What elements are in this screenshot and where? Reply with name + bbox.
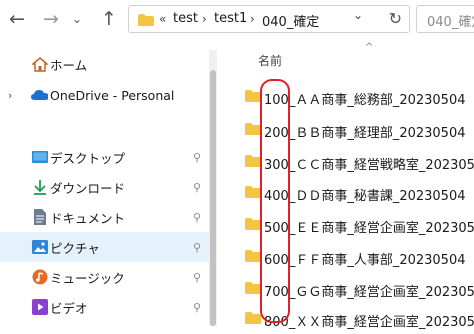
folder-icon (138, 14, 154, 26)
pin-icon[interactable]: ⚲ (193, 151, 201, 164)
pin-icon[interactable]: ⚲ (193, 301, 201, 314)
address-bar[interactable]: « test › test1 › 040_確定 ⌄ ↻ (128, 5, 410, 33)
list-item[interactable]: 800_ＸＸ商事_経営企画室_20230504 (222, 304, 474, 334)
file-name: 600_ＦＦ商事_人事部_20230504 (264, 253, 466, 268)
file-name: 800_ＸＸ商事_経営企画室_20230504 (264, 315, 474, 330)
list-item[interactable]: 500_ＥＥ商事_経営企画室_20230504 (222, 210, 474, 240)
pin-icon[interactable]: ⚲ (193, 271, 201, 284)
folder-icon (245, 250, 261, 262)
address-overflow[interactable]: « (159, 12, 166, 26)
breadcrumb-040[interactable]: 040_確定 (262, 11, 319, 30)
scrollbar-thumb[interactable] (210, 70, 216, 326)
sidebar-item-label: ダウンロード (50, 180, 126, 196)
sidebar-item-label: OneDrive - Personal (50, 87, 175, 103)
sidebar-item-music[interactable]: ミュージック ⚲ (0, 262, 212, 292)
file-name: 400_ＤＤ商事_秘書課_20230504 (264, 189, 466, 204)
search-input[interactable]: 040_確定 (416, 5, 474, 33)
onedrive-cloud-icon (31, 87, 48, 104)
up-button[interactable]: ↑ (96, 6, 122, 32)
list-item[interactable]: 300_ＣＣ商事_経営戦略室_20230504 (222, 147, 474, 177)
breadcrumb-test1[interactable]: test1 (214, 11, 247, 26)
file-list: ^ 名前 100_ＡＡ商事_総務部_20230504 200_ＢＢ商事_経理部_… (222, 42, 474, 330)
list-item[interactable]: 100_ＡＡ商事_総務部_20230504 (222, 82, 474, 112)
address-dropdown-icon[interactable]: ⌄ (353, 8, 363, 22)
file-name: 700_ＧＧ商事_経営企画室_20230504 (264, 285, 474, 300)
chevron-right-icon[interactable]: › (8, 89, 12, 102)
pin-icon[interactable]: ⚲ (193, 181, 201, 194)
breadcrumb-separator[interactable]: › (202, 12, 207, 26)
sidebar-item-label: ドキュメント (50, 210, 126, 226)
download-icon (31, 179, 48, 196)
sidebar-item-desktop[interactable]: デスクトップ ⚲ (0, 142, 212, 172)
recent-locations-button[interactable]: ⌄ (64, 6, 90, 32)
sidebar-item-label: ピクチャ (50, 240, 100, 256)
folder-icon (245, 218, 261, 230)
folder-icon (245, 90, 261, 102)
sort-ascending-icon: ^ (365, 42, 374, 53)
folder-icon (245, 155, 261, 167)
video-icon (31, 299, 48, 316)
file-name: 500_ＥＥ商事_経営企画室_20230504 (264, 221, 474, 236)
desktop-icon (31, 149, 48, 166)
back-button[interactable]: ← (4, 6, 30, 32)
list-item[interactable]: 200_ＢＢ商事_経理部_20230504 (222, 115, 474, 145)
sidebar-item-label: ホーム (50, 57, 88, 73)
pin-icon[interactable]: ⚲ (193, 241, 201, 254)
arrow-left-icon: ← (9, 8, 25, 30)
sidebar-item-pictures[interactable]: ピクチャ ⚲ (0, 232, 212, 262)
breadcrumb-separator[interactable]: › (250, 12, 255, 26)
refresh-icon[interactable]: ↻ (389, 9, 402, 28)
list-item[interactable]: 400_ＤＤ商事_秘書課_20230504 (222, 178, 474, 208)
document-icon (31, 209, 48, 226)
arrow-right-icon: → (43, 8, 59, 30)
sidebar-item-documents[interactable]: ドキュメント ⚲ (0, 202, 212, 232)
sidebar-item-label: デスクトップ (50, 150, 126, 166)
list-item[interactable]: 700_ＧＧ商事_経営企画室_20230504 (222, 274, 474, 304)
file-name: 300_ＣＣ商事_経営戦略室_20230504 (264, 158, 474, 173)
file-name: 100_ＡＡ商事_総務部_20230504 (264, 93, 466, 108)
folder-icon (245, 186, 261, 198)
sidebar-item-onedrive[interactable]: › OneDrive - Personal (0, 80, 212, 110)
sidebar-item-home[interactable]: ホーム (0, 49, 212, 79)
sidebar-item-label: ミュージック (50, 270, 125, 286)
music-icon (31, 269, 48, 286)
navigation-pane: ホーム › OneDrive - Personal デスクトップ ⚲ ダウンロー… (0, 42, 212, 326)
pictures-icon (31, 239, 48, 256)
pin-icon[interactable]: ⚲ (193, 211, 201, 224)
column-header-name[interactable]: 名前 (258, 52, 282, 69)
sidebar-item-downloads[interactable]: ダウンロード ⚲ (0, 172, 212, 202)
arrow-up-icon: ↑ (101, 8, 117, 30)
sidebar-item-label: ビデオ (50, 300, 88, 316)
folder-icon (245, 282, 261, 294)
forward-button[interactable]: → (38, 6, 64, 32)
home-icon (31, 56, 48, 73)
breadcrumb-test[interactable]: test (173, 11, 198, 26)
sidebar-scrollbar[interactable] (209, 50, 217, 326)
folder-icon (245, 312, 261, 324)
file-name: 200_ＢＢ商事_経理部_20230504 (264, 126, 466, 141)
sidebar-item-videos[interactable]: ビデオ ⚲ (0, 292, 212, 322)
toolbar: ← → ⌄ ↑ « test › test1 › 040_確定 ⌄ ↻ 040_… (0, 0, 474, 42)
list-item[interactable]: 600_ＦＦ商事_人事部_20230504 (222, 242, 474, 272)
chevron-down-icon: ⌄ (71, 12, 83, 26)
folder-icon (245, 123, 261, 135)
